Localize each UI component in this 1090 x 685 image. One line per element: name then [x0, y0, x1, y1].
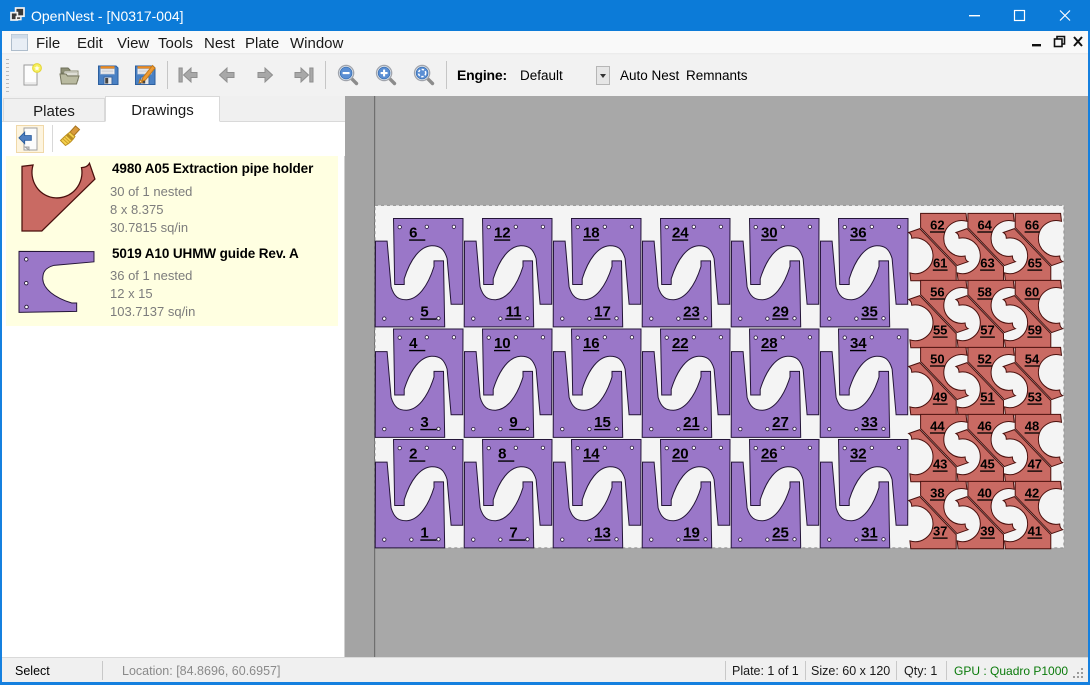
svg-text:37: 37 — [933, 524, 947, 539]
svg-text:45: 45 — [980, 457, 994, 472]
svg-text:38: 38 — [930, 486, 944, 501]
svg-text:27: 27 — [772, 414, 789, 431]
svg-text:48: 48 — [1025, 419, 1039, 434]
svg-text:50: 50 — [930, 352, 944, 367]
svg-text:5: 5 — [420, 303, 428, 320]
svg-text:2: 2 — [409, 445, 417, 462]
svg-text:6: 6 — [409, 224, 417, 241]
svg-text:51: 51 — [980, 390, 994, 405]
svg-text:11: 11 — [506, 303, 522, 320]
svg-text:20: 20 — [672, 445, 689, 462]
svg-text:52: 52 — [977, 352, 991, 367]
svg-text:19: 19 — [683, 524, 700, 541]
svg-text:32: 32 — [850, 445, 867, 462]
svg-text:4: 4 — [409, 335, 418, 352]
svg-text:14: 14 — [583, 445, 600, 462]
svg-text:23: 23 — [683, 303, 700, 320]
svg-text:29: 29 — [772, 303, 789, 320]
svg-text:59: 59 — [1028, 323, 1042, 338]
svg-text:28: 28 — [761, 335, 778, 352]
svg-text:9: 9 — [509, 414, 517, 431]
svg-text:31: 31 — [861, 524, 878, 541]
svg-text:64: 64 — [977, 218, 992, 233]
svg-text:13: 13 — [594, 524, 611, 541]
svg-text:47: 47 — [1028, 457, 1042, 472]
svg-text:17: 17 — [594, 303, 611, 320]
svg-text:15: 15 — [594, 414, 611, 431]
svg-text:58: 58 — [977, 285, 991, 300]
svg-text:66: 66 — [1025, 218, 1039, 233]
svg-text:10: 10 — [494, 335, 511, 352]
svg-text:18: 18 — [583, 224, 600, 241]
svg-text:35: 35 — [861, 303, 878, 320]
svg-text:26: 26 — [761, 445, 778, 462]
svg-text:7: 7 — [509, 524, 517, 541]
svg-text:61: 61 — [933, 256, 947, 271]
svg-text:56: 56 — [930, 285, 944, 300]
svg-text:36: 36 — [850, 224, 867, 241]
svg-text:63: 63 — [980, 256, 994, 271]
svg-text:16: 16 — [583, 335, 600, 352]
svg-text:65: 65 — [1028, 256, 1042, 271]
svg-text:40: 40 — [977, 486, 991, 501]
svg-text:25: 25 — [772, 524, 789, 541]
svg-text:39: 39 — [980, 524, 994, 539]
svg-text:57: 57 — [980, 323, 994, 338]
svg-text:46: 46 — [977, 419, 991, 434]
svg-text:12: 12 — [494, 224, 511, 241]
svg-text:24: 24 — [672, 224, 689, 241]
svg-text:44: 44 — [930, 419, 945, 434]
svg-text:43: 43 — [933, 457, 947, 472]
svg-text:22: 22 — [672, 335, 689, 352]
svg-text:1: 1 — [420, 524, 428, 541]
svg-text:54: 54 — [1025, 352, 1040, 367]
svg-text:53: 53 — [1028, 390, 1042, 405]
svg-text:55: 55 — [933, 323, 947, 338]
svg-text:42: 42 — [1025, 486, 1039, 501]
svg-text:3: 3 — [420, 414, 428, 431]
svg-text:41: 41 — [1028, 524, 1042, 539]
svg-text:34: 34 — [850, 335, 867, 352]
svg-text:49: 49 — [933, 390, 947, 405]
svg-text:21: 21 — [683, 414, 700, 431]
svg-text:8: 8 — [498, 445, 506, 462]
svg-text:33: 33 — [861, 414, 878, 431]
svg-text:62: 62 — [930, 218, 944, 233]
svg-text:30: 30 — [761, 224, 778, 241]
svg-text:60: 60 — [1025, 285, 1039, 300]
